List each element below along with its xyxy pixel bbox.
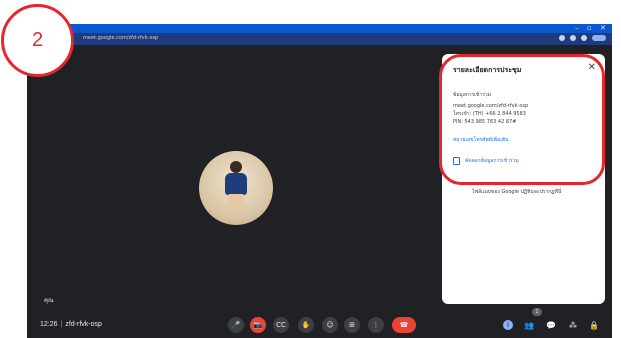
host-controls-button[interactable]: 🔒 bbox=[588, 319, 600, 331]
meeting-control-bar: 12:26 | zfd-rfvk-osp 🎤 📷 CC ✋ ☺ ⊞ ⋮ ☎ i 👥 … bbox=[27, 314, 612, 338]
activities-button[interactable]: ⁂ bbox=[567, 319, 579, 331]
profile-pill-icon[interactable] bbox=[592, 35, 606, 41]
captions-icon: CC bbox=[276, 320, 286, 329]
mic-icon: 🎤 bbox=[231, 320, 241, 329]
extension-icon[interactable] bbox=[559, 35, 565, 41]
end-call-button[interactable]: ☎ bbox=[392, 317, 416, 333]
end-call-icon: ☎ bbox=[399, 320, 409, 329]
info-icon: i bbox=[507, 321, 509, 329]
mic-button[interactable]: 🎤 bbox=[228, 317, 244, 333]
address-bar[interactable]: meet.google.com/zfd-rfvk-osp bbox=[27, 33, 612, 45]
hand-icon: ✋ bbox=[301, 320, 311, 329]
meeting-details-button[interactable]: i bbox=[503, 320, 513, 330]
people-count-badge: 1 bbox=[532, 308, 542, 316]
annotation-highlight-ring bbox=[439, 54, 605, 185]
lock-icon: 🔒 bbox=[589, 320, 599, 330]
chat-button[interactable]: 💬 bbox=[545, 319, 557, 331]
maximize-icon[interactable]: ▫ bbox=[587, 24, 592, 33]
profile-icon[interactable] bbox=[581, 35, 587, 41]
meeting-time-code: 12:26 | zfd-rfvk-osp bbox=[40, 321, 102, 328]
emoji-icon: ☺ bbox=[326, 320, 334, 329]
present-button[interactable]: ⊞ bbox=[344, 317, 360, 333]
chat-icon: 💬 bbox=[546, 320, 556, 330]
address-bar-icons bbox=[559, 35, 606, 41]
meeting-time: 12:26 bbox=[40, 321, 58, 328]
people-button[interactable]: 👥 bbox=[523, 319, 535, 331]
participant-legs bbox=[228, 194, 244, 212]
participant-head bbox=[230, 161, 242, 173]
meeting-code: zfd-rfvk-osp bbox=[65, 321, 102, 328]
meeting-separator: | bbox=[60, 321, 63, 328]
camera-off-button[interactable]: 📷 bbox=[250, 317, 266, 333]
step-number: 2 bbox=[31, 29, 44, 51]
address-url[interactable]: meet.google.com/zfd-rfvk-osp bbox=[83, 35, 158, 41]
step-number-badge: 2 bbox=[1, 4, 74, 77]
participant-body bbox=[225, 173, 247, 195]
browser-title-bar: – ▫ ✕ bbox=[27, 24, 612, 33]
raise-hand-button[interactable]: ✋ bbox=[298, 317, 314, 333]
self-name-tag: คุณ bbox=[44, 297, 54, 304]
people-icon: 👥 bbox=[524, 320, 534, 330]
activities-icon: ⁂ bbox=[569, 320, 577, 330]
participant-video-tile bbox=[199, 151, 273, 225]
more-options-button[interactable]: ⋮ bbox=[368, 317, 384, 333]
more-vert-icon: ⋮ bbox=[372, 320, 380, 329]
bookmark-icon[interactable] bbox=[570, 35, 576, 41]
camera-off-icon: 📷 bbox=[253, 320, 263, 329]
close-window-icon[interactable]: ✕ bbox=[600, 24, 606, 33]
minimize-icon[interactable]: – bbox=[575, 24, 579, 33]
captions-button[interactable]: CC bbox=[273, 317, 289, 333]
present-icon: ⊞ bbox=[349, 320, 355, 329]
reactions-button[interactable]: ☺ bbox=[322, 317, 338, 333]
calendar-attachments-note: ไฟล์แนบของ Google ปฏิทินจะปรากฏที่นี่ bbox=[472, 189, 562, 195]
